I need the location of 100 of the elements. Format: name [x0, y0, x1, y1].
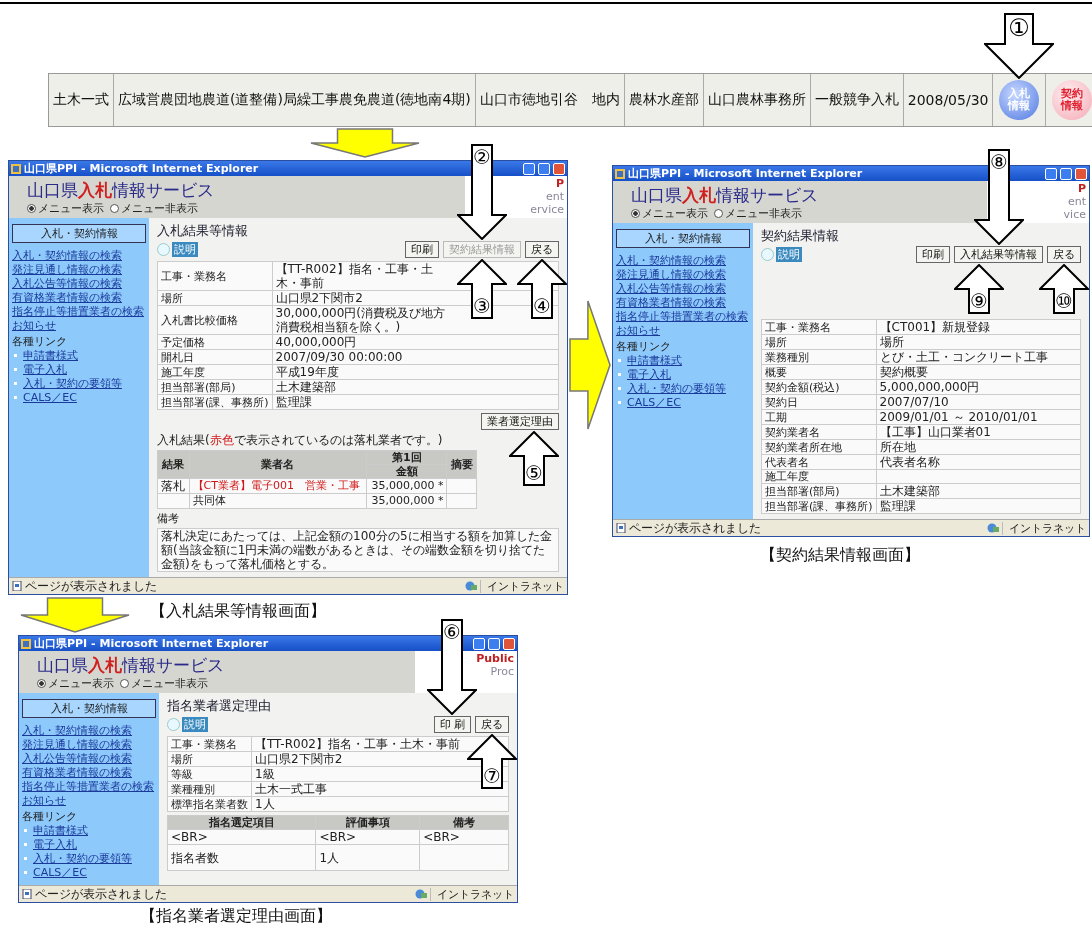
sidebar-link[interactable]: 入札・契約の要領等: [33, 852, 132, 865]
bullet-icon: [24, 871, 27, 874]
radio-label[interactable]: メニュー非表示: [131, 677, 208, 690]
radio-button[interactable]: [110, 204, 119, 213]
close-button[interactable]: [503, 637, 515, 650]
column-header: 摘要: [446, 450, 477, 479]
sidebar-link[interactable]: お知らせ: [616, 324, 750, 337]
sidebar-link[interactable]: 電子入札: [627, 368, 671, 381]
sidebar-link[interactable]: 入札公告等情報の検索: [12, 277, 146, 290]
table-cell: 指名者数: [167, 844, 316, 871]
radio-label[interactable]: メニュー非表示: [121, 202, 198, 215]
table-cell: 35,000,000 *: [366, 493, 447, 509]
radio-button[interactable]: [120, 679, 129, 688]
sidebar-link[interactable]: 申請書様式: [33, 824, 88, 837]
sidebar-link[interactable]: 電子入札: [23, 363, 67, 376]
row-label: 入札書比較価格: [157, 305, 273, 335]
contract-info-button[interactable]: 契約情報: [1052, 80, 1092, 120]
close-button[interactable]: [553, 162, 565, 175]
table-cell: 山口農林事務所: [703, 74, 811, 126]
maximize-button[interactable]: [538, 162, 550, 175]
row-label: 標準指名業者数: [167, 796, 252, 812]
sidebar-link[interactable]: 入札・契約の要領等: [627, 382, 726, 395]
action-button[interactable]: 印刷: [405, 241, 439, 258]
sidebar-link[interactable]: 発注見通し情報の検索: [22, 738, 156, 751]
screen-caption: 【指名業者選定理由画面】: [140, 906, 332, 925]
sidebar-link[interactable]: CALS／EC: [23, 391, 77, 404]
radio-label[interactable]: メニュー表示: [642, 207, 708, 220]
sidebar-link[interactable]: 入札・契約情報の検索: [616, 254, 750, 267]
sidebar-link[interactable]: 有資格業者情報の検索: [22, 766, 156, 779]
maximize-button[interactable]: [488, 637, 500, 650]
radio-label[interactable]: メニュー表示: [38, 202, 104, 215]
bullet-icon: [24, 843, 27, 846]
table-cell: <BR>: [167, 829, 316, 845]
table-cell: 代表者名称: [876, 454, 1081, 470]
sidebar-link[interactable]: 電子入札: [33, 838, 77, 851]
sidebar-link[interactable]: 入札・契約の要領等: [23, 377, 122, 390]
sidebar-link[interactable]: お知らせ: [22, 794, 156, 807]
column-header: 結果: [157, 450, 190, 479]
table-cell: 広域営農団地農道(道整備)局繰工事農免農道(徳地南4期): [114, 74, 476, 126]
column-header: 備考: [419, 815, 509, 830]
sidebar-link[interactable]: 申請書様式: [23, 349, 78, 362]
zone-text: イントラネット: [1002, 521, 1086, 535]
sidebar-link[interactable]: 入札・契約情報の検索: [22, 724, 156, 737]
minimize-button[interactable]: [473, 637, 485, 650]
zone-text: イントラネット: [430, 887, 514, 901]
sidebar-label: 各種リンク: [12, 335, 68, 348]
step-number: ⑩: [1054, 290, 1074, 312]
sidebar-link[interactable]: 入札・契約情報の検索: [12, 249, 146, 262]
action-button[interactable]: 印刷: [916, 246, 950, 263]
action-button[interactable]: 戻る: [525, 241, 559, 258]
sidebar-link[interactable]: 申請書様式: [627, 354, 682, 367]
globe-icon: [415, 889, 427, 899]
action-button[interactable]: 印 刷: [433, 716, 471, 733]
action-button[interactable]: 業者選定理由: [481, 413, 559, 430]
radio-button[interactable]: [714, 209, 723, 218]
sidebar-link[interactable]: 指名停止等措置業者の検索: [22, 780, 156, 793]
radio-button[interactable]: [27, 204, 36, 213]
table-cell: 1人: [315, 844, 420, 871]
table-cell: <BR>: [315, 829, 420, 845]
logo-text: Proc: [490, 665, 514, 678]
sidebar-link[interactable]: CALS／EC: [627, 396, 681, 409]
sidebar-link[interactable]: 発注見通し情報の検索: [12, 263, 146, 276]
sidebar-link[interactable]: 入札公告等情報の検索: [22, 752, 156, 765]
row-label: 場所: [761, 334, 877, 350]
row-label: 契約業者所在地: [761, 439, 877, 455]
table-cell: 5,000,000,000円: [876, 379, 1081, 395]
minimize-button[interactable]: [523, 162, 535, 175]
action-button[interactable]: 戻る: [475, 716, 509, 733]
bullet-icon: [14, 382, 17, 385]
sidebar-link[interactable]: 指名停止等措置業者の検索: [12, 305, 146, 318]
bullet-icon: [14, 354, 17, 357]
action-button[interactable]: 入札結果等情報: [954, 246, 1043, 263]
up-arrow: [954, 264, 1004, 314]
sidebar-link[interactable]: 有資格業者情報の検索: [12, 291, 146, 304]
sidebar-link[interactable]: 指名停止等措置業者の検索: [616, 310, 750, 323]
page-icon: [616, 523, 626, 533]
maximize-button[interactable]: [1060, 167, 1072, 180]
row-label: 工事・業務名: [167, 736, 252, 752]
up-arrow: [1039, 264, 1089, 314]
window-title: 山口県PPI - Microsoft Internet Explorer: [34, 637, 270, 650]
sidebar-link[interactable]: お知らせ: [12, 319, 146, 332]
action-button[interactable]: 戻る: [1047, 246, 1081, 263]
sidebar-link[interactable]: CALS／EC: [33, 866, 87, 879]
close-button[interactable]: [1075, 167, 1087, 180]
table-cell: 1人: [251, 796, 509, 812]
sidebar-link[interactable]: 発注見通し情報の検索: [616, 268, 750, 281]
minimize-button[interactable]: [1045, 167, 1057, 180]
table-cell: 2007/09/30 00:00:00: [272, 349, 559, 365]
radio-button[interactable]: [631, 209, 640, 218]
step-number: ⑤: [524, 462, 544, 484]
radio-button[interactable]: [37, 679, 46, 688]
row-label: 場所: [157, 290, 273, 306]
sidebar-link[interactable]: 入札公告等情報の検索: [616, 282, 750, 295]
sidebar-link[interactable]: 有資格業者情報の検索: [616, 296, 750, 309]
globe-icon: [987, 523, 999, 533]
radio-label[interactable]: メニュー表示: [48, 677, 114, 690]
row-label: 担当部署(部局): [157, 379, 273, 395]
row-label: 開札日: [157, 349, 273, 365]
table-cell: 40,000,000円: [272, 334, 559, 350]
radio-label[interactable]: メニュー非表示: [725, 207, 802, 220]
